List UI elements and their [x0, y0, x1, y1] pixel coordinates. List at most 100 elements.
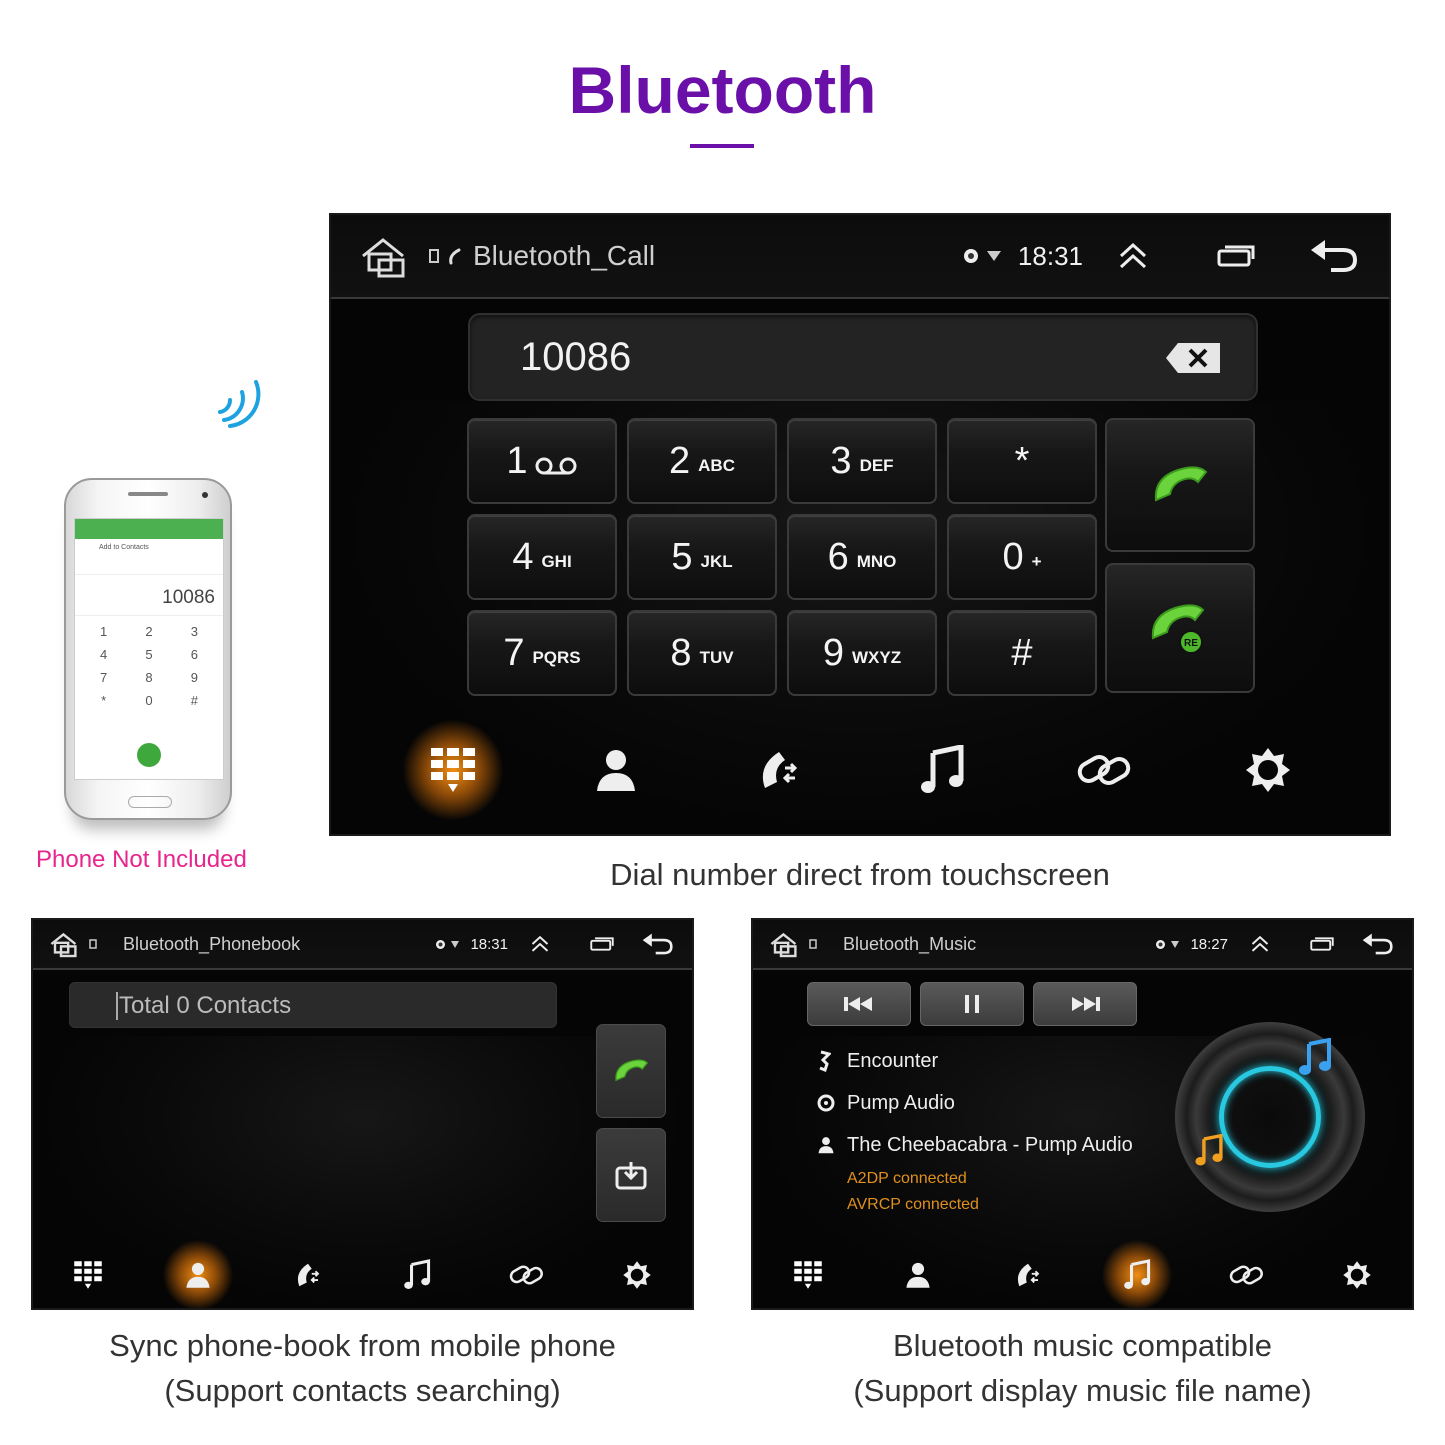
redial-button[interactable]: RE: [1105, 563, 1255, 693]
nav-music[interactable]: [1099, 1240, 1176, 1308]
nav-call-log[interactable]: [270, 1240, 346, 1308]
backspace-icon[interactable]: [1164, 341, 1222, 375]
nav-contacts[interactable]: [561, 720, 671, 820]
nav-call-log[interactable]: [724, 720, 834, 820]
key-9[interactable]: 9 WXYZ: [787, 610, 937, 696]
home-icon[interactable]: [769, 930, 805, 958]
key-digit: 5: [671, 535, 693, 578]
expand-up-icon[interactable]: [1117, 242, 1149, 270]
home-icon[interactable]: [359, 234, 419, 278]
orange-note-icon: [1195, 1134, 1223, 1166]
phone-key: 7: [100, 670, 108, 685]
contacts-search-input[interactable]: Total 0 Contacts: [69, 982, 557, 1028]
music-icon: [1124, 1259, 1151, 1289]
back-icon[interactable]: [640, 931, 674, 957]
next-button[interactable]: [1033, 982, 1137, 1026]
nav-contacts[interactable]: [159, 1240, 236, 1308]
key-digit: 0: [1002, 535, 1024, 578]
bottom-nav: [33, 1240, 692, 1308]
back-icon[interactable]: [1360, 931, 1394, 957]
key-5[interactable]: 5 JKL: [627, 514, 777, 600]
key-digit: 6: [827, 535, 849, 578]
nav-dialpad[interactable]: [397, 720, 508, 820]
key-digit: 2: [669, 439, 691, 482]
wifi-icon: [1170, 940, 1180, 949]
call-button[interactable]: [1105, 418, 1255, 552]
key-letters: GHI: [541, 552, 572, 571]
key-digit: 3: [830, 439, 852, 482]
bluetooth-music-screen: Bluetooth_Music 18:27 Encounter Pump Aud…: [751, 918, 1414, 1310]
text-cursor: [116, 992, 118, 1020]
pause-button[interactable]: [920, 982, 1024, 1026]
phone-camera: [202, 492, 208, 498]
back-icon[interactable]: [1307, 236, 1359, 276]
expand-up-icon[interactable]: [530, 935, 550, 953]
sim-icon: [429, 249, 439, 263]
phone-app-bar: [75, 519, 223, 539]
track-title: Encounter: [847, 1049, 939, 1072]
bottom-nav: [331, 720, 1389, 820]
home-icon[interactable]: [49, 930, 85, 958]
track-album: Pump Audio: [847, 1091, 955, 1114]
nav-settings[interactable]: [1213, 720, 1323, 820]
key-letters: PQRS: [532, 648, 581, 667]
a2dp-status: A2DP connected: [847, 1170, 967, 1187]
key-7[interactable]: 7 PQRS: [467, 610, 617, 696]
bluetooth-signal-icon: [218, 380, 261, 428]
key-8[interactable]: 8 TUV: [627, 610, 777, 696]
nav-music[interactable]: [379, 1240, 455, 1308]
nav-settings[interactable]: [599, 1240, 675, 1308]
screen-title: Bluetooth_Call: [473, 240, 656, 271]
music-icon: [920, 745, 963, 793]
phone-key: 9: [190, 670, 198, 685]
key-1[interactable]: 1: [467, 418, 617, 504]
location-icon: [962, 247, 980, 265]
bottom-nav: [753, 1240, 1412, 1308]
clock: 18:27: [1190, 935, 1228, 953]
wifi-icon: [450, 940, 460, 949]
next-icon: [1072, 997, 1100, 1011]
key-4[interactable]: 4 GHI: [467, 514, 617, 600]
phone-call-icon: [137, 743, 161, 767]
settings-icon: [1245, 748, 1290, 792]
nav-call-log[interactable]: [990, 1240, 1066, 1308]
bluetooth-phonebook-screen: Bluetooth_Phonebook 18:31 Total 0 Contac…: [31, 918, 694, 1310]
blue-note-icon: [1299, 1038, 1331, 1075]
key-6[interactable]: 6 MNO: [787, 514, 937, 600]
dialpad-icon: [794, 1261, 822, 1289]
key-hash[interactable]: #: [947, 610, 1097, 696]
caption-line: (Support display music file name): [853, 1373, 1312, 1408]
phone-number: 10086: [75, 575, 223, 616]
nav-link[interactable]: [1050, 720, 1160, 820]
nav-dialpad[interactable]: [50, 1240, 126, 1308]
caption-line: Bluetooth music compatible: [892, 1328, 1273, 1363]
key-0[interactable]: 0 +: [947, 514, 1097, 600]
nav-contacts[interactable]: [880, 1240, 956, 1308]
phone-key: 2: [145, 624, 153, 639]
link-icon: [1077, 755, 1130, 785]
dialpad-icon: [74, 1261, 102, 1289]
call-button[interactable]: [596, 1024, 666, 1118]
key-3[interactable]: 3 DEF: [787, 418, 937, 504]
music-icon: [404, 1259, 431, 1289]
nav-settings[interactable]: [1319, 1240, 1395, 1308]
dial-keypad: 1 2 ABC 3 DEF * 4 GHI 5 JKL 6 MNO 0 + 7 PQRS 8T…: [467, 418, 1097, 696]
track-artist: The Cheebacabra - Pump Audio: [847, 1133, 1133, 1156]
nav-music[interactable]: [887, 720, 997, 820]
recent-apps-icon[interactable]: [1310, 936, 1334, 952]
previous-button[interactable]: [807, 982, 911, 1026]
nav-dialpad[interactable]: [770, 1240, 846, 1308]
caption-phonebook: Sync phone-book from mobile phone (Suppo…: [31, 1323, 694, 1413]
key-star[interactable]: *: [947, 418, 1097, 504]
recent-apps-icon[interactable]: [1217, 244, 1255, 268]
key-2[interactable]: 2 ABC: [627, 418, 777, 504]
phone-key: 0: [145, 693, 153, 708]
call-log-icon: [297, 1263, 319, 1287]
dialed-number-field[interactable]: 10086: [468, 313, 1258, 401]
recent-apps-icon[interactable]: [590, 936, 614, 952]
expand-up-icon[interactable]: [1250, 935, 1270, 953]
link-icon: [509, 1265, 544, 1285]
download-contacts-button[interactable]: [596, 1128, 666, 1222]
nav-link[interactable]: [489, 1240, 565, 1308]
nav-link[interactable]: [1209, 1240, 1285, 1308]
